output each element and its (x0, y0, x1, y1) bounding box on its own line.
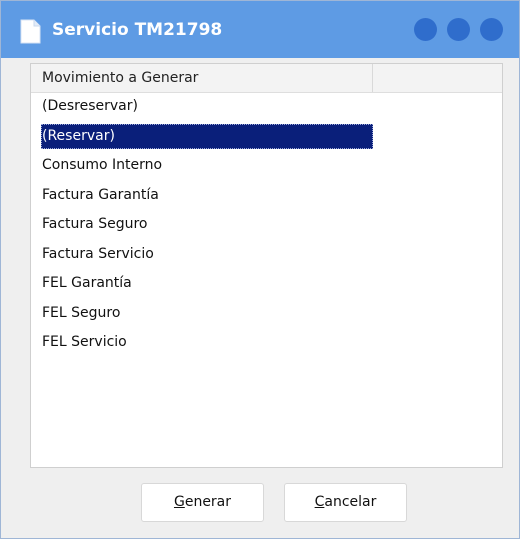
list-item[interactable]: Factura Seguro (31, 212, 502, 237)
list-item-label: (Desreservar) (42, 98, 138, 114)
column-header-movimiento[interactable]: Movimiento a Generar (31, 64, 373, 92)
cancel-button[interactable]: Cancelar (284, 483, 407, 522)
list-item-label: FEL Seguro (42, 304, 121, 321)
list-header: Movimiento a Generar (31, 64, 502, 93)
list-item[interactable]: FEL Servicio (31, 330, 502, 355)
title-bar[interactable]: Servicio TM21798 (1, 1, 519, 58)
window-control-button[interactable] (414, 18, 437, 41)
window-control-button[interactable] (480, 18, 503, 41)
cancel-label: ancelar (324, 494, 377, 510)
generate-label: enerar (184, 494, 232, 510)
list-item[interactable]: Factura Garantía (31, 183, 502, 208)
list-item-label: (Reservar) (41, 123, 373, 149)
document-icon (20, 19, 41, 44)
list-item[interactable]: (Desreservar) (31, 94, 502, 119)
list-item-label: Consumo Interno (42, 157, 163, 173)
window-title: Servicio TM21798 (52, 20, 223, 40)
list-item[interactable]: Factura Servicio (31, 242, 502, 267)
list-item-label: Factura Servicio (42, 245, 154, 262)
cancel-mnemonic: C (314, 494, 325, 510)
window-control-button[interactable] (447, 18, 470, 41)
list-item[interactable]: FEL Seguro (31, 301, 502, 326)
list-item[interactable]: FEL Garantía (31, 271, 502, 296)
list-item[interactable]: (Reservar) (31, 123, 502, 149)
list-item-label: FEL Garantía (42, 275, 132, 291)
generate-mnemonic: G (173, 494, 185, 510)
movement-list[interactable]: Movimiento a Generar (Desreservar) (Reser… (30, 63, 503, 468)
list-item-label: FEL Servicio (42, 334, 127, 350)
list-item-label: Factura Seguro (42, 216, 148, 232)
list-item-label: Factura Garantía (42, 186, 159, 203)
list-item[interactable]: Consumo Interno (31, 153, 502, 178)
column-header-filler (373, 64, 502, 92)
generate-button[interactable]: Generar (141, 483, 264, 522)
dialog-window: Servicio TM21798 Movimiento a Generar (D… (0, 0, 520, 539)
